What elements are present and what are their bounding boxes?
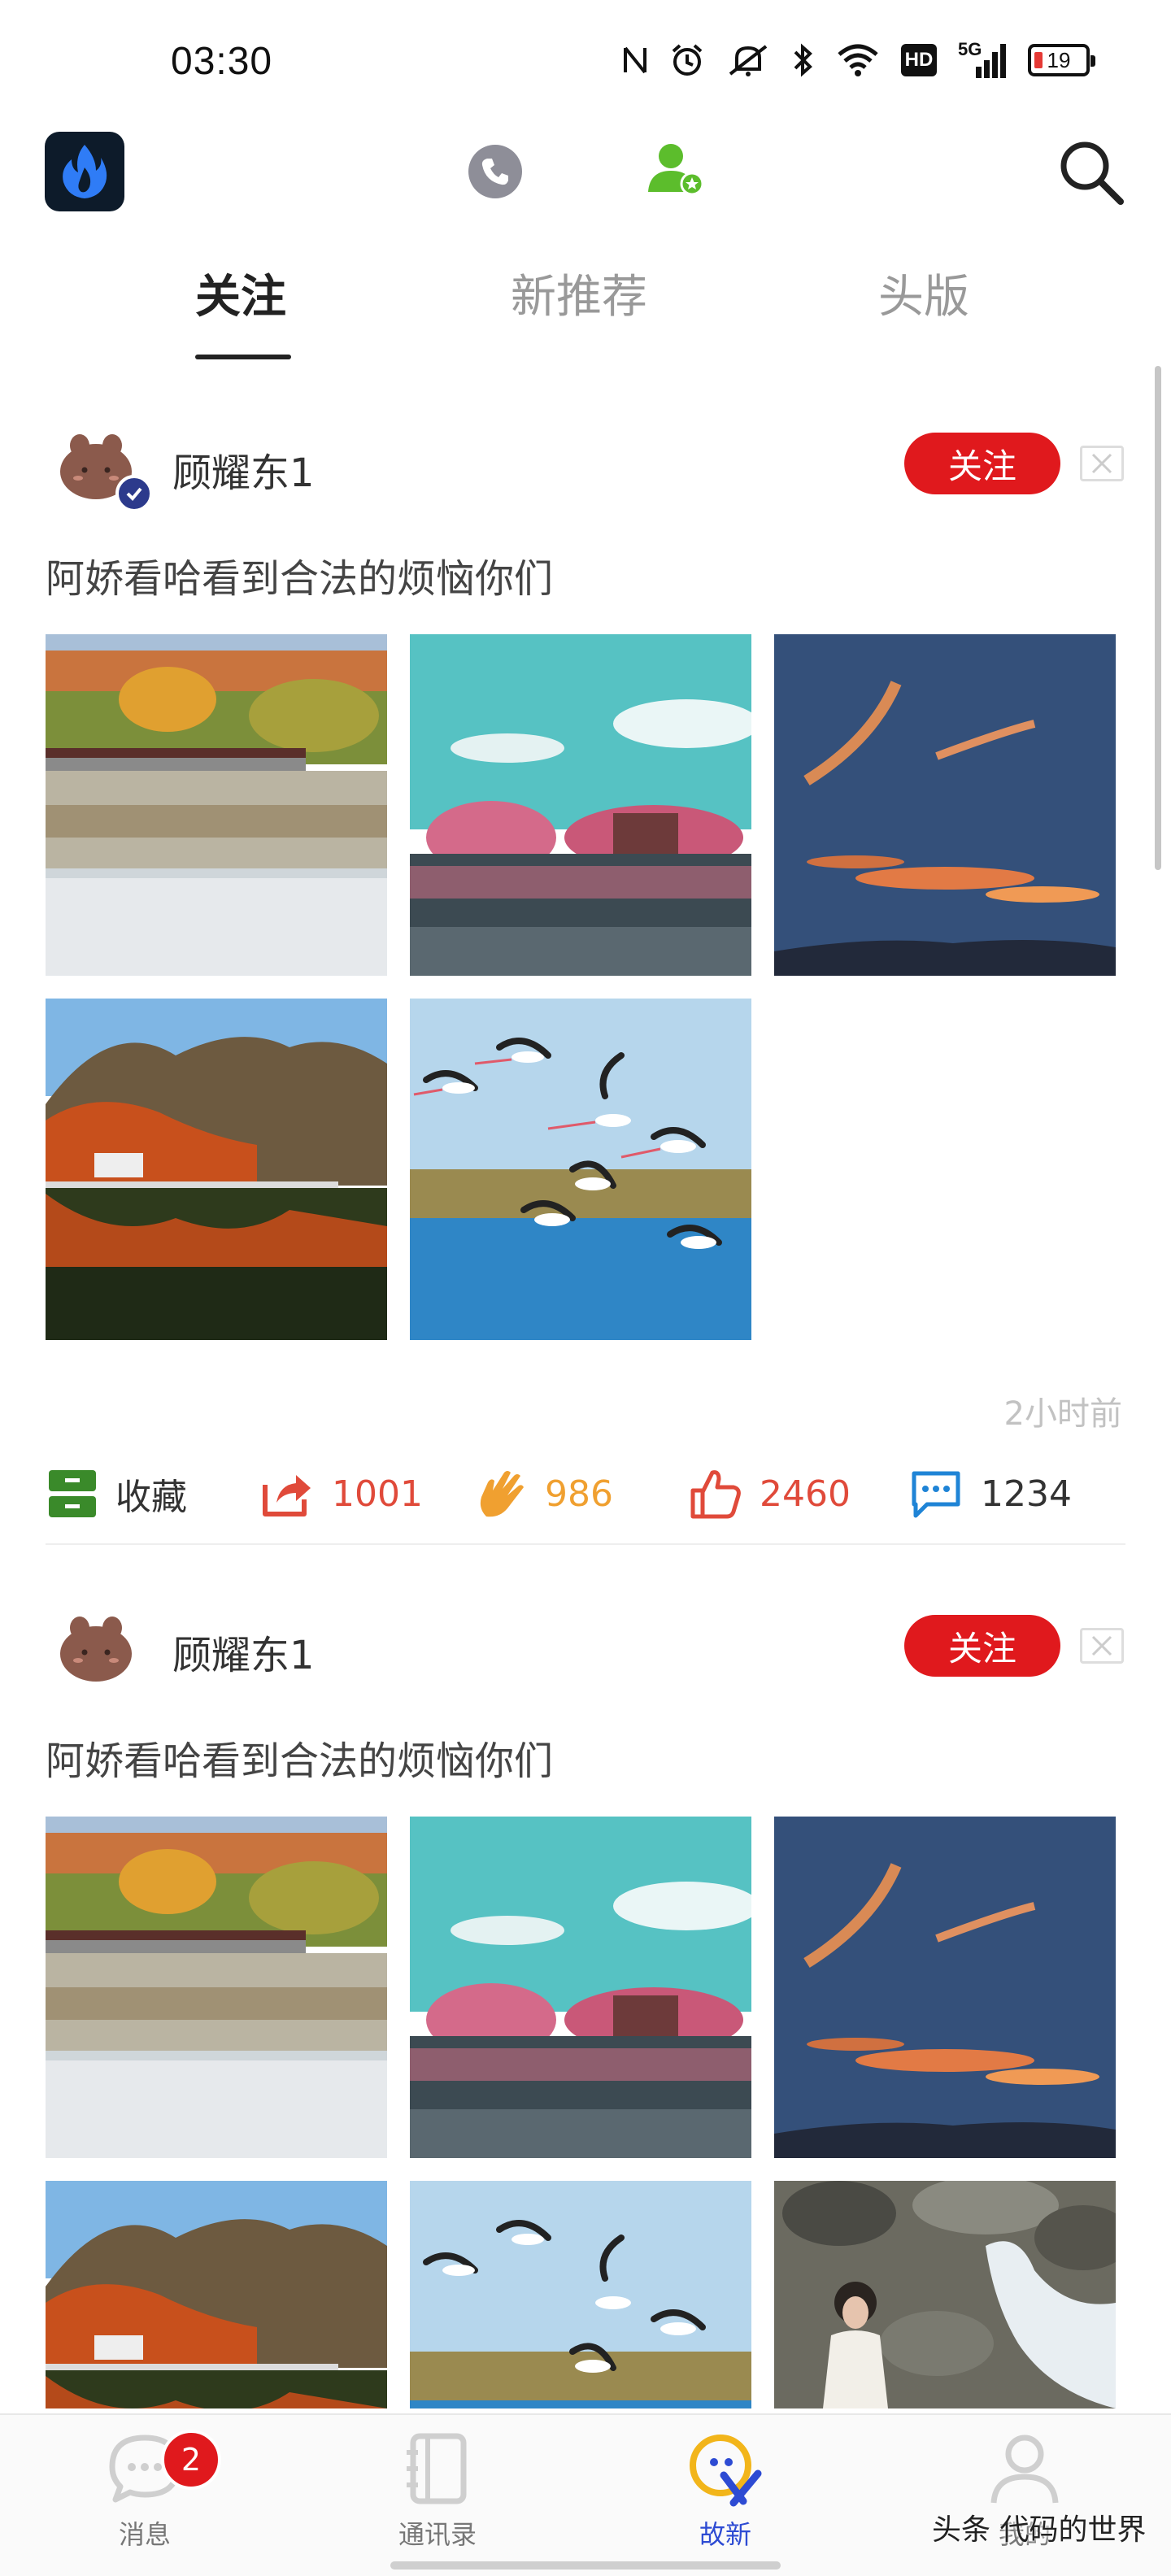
close-icon	[1091, 453, 1112, 474]
follow-button[interactable]: 关注	[904, 433, 1060, 494]
clap-count: 986	[545, 1473, 613, 1515]
share-button[interactable]: 1001	[260, 1457, 423, 1530]
collect-label: 收藏	[115, 1477, 187, 1518]
nav-label-messages: 消息	[118, 2519, 171, 2550]
sunset-sky-image	[774, 634, 1116, 976]
collect-icon	[49, 1470, 96, 1517]
dismiss-button[interactable]	[1080, 446, 1124, 481]
comment-count: 1234	[981, 1473, 1072, 1515]
pink-trees-lake-image	[410, 1817, 751, 2158]
contact-button[interactable]	[646, 140, 705, 198]
check-icon	[126, 487, 142, 501]
autumn-mountain-lake-image	[46, 999, 387, 1340]
post-image-flying-birds[interactable]	[410, 2181, 751, 2408]
tab-underline	[195, 355, 291, 359]
post-divider	[46, 1543, 1125, 1545]
post-timestamp: 2小时前	[1003, 1395, 1122, 1433]
bluetooth-icon	[794, 43, 812, 77]
status-time: 03:30	[171, 40, 273, 83]
post-image-sunset-sky[interactable]	[774, 1817, 1116, 2158]
comment-button[interactable]: 1234	[909, 1457, 1072, 1530]
feed-tabs: 关注 新推荐 头版	[0, 260, 1171, 359]
post-image-pink-trees-lake[interactable]	[410, 1817, 751, 2158]
nav-item-messages[interactable]: 消息 2	[63, 2430, 226, 2576]
search-icon	[1060, 141, 1124, 205]
watermark: 头条 代码的世界	[932, 2513, 1147, 2547]
user-icon	[990, 2435, 1059, 2504]
dismiss-button[interactable]	[1080, 1628, 1124, 1664]
bottom-nav: 消息 2 通讯录 故新 我的	[0, 2413, 1171, 2576]
mute-icon	[729, 45, 768, 76]
wifi-icon	[838, 44, 878, 76]
phone-icon	[481, 159, 508, 185]
pink-trees-lake-image	[410, 634, 751, 976]
status-icons: HD 5G 19	[621, 39, 1095, 78]
app-logo[interactable]	[45, 132, 124, 211]
author-name[interactable]: 顾耀东1	[172, 441, 315, 498]
lakeside-pavilion-image	[46, 1817, 387, 2158]
post-image-autumn-mountain-lake[interactable]	[46, 999, 387, 1340]
post-image-lakeside-pavilion[interactable]	[46, 1817, 387, 2158]
post-image-sunset-sky[interactable]	[774, 634, 1116, 976]
nav-label-contacts: 通讯录	[398, 2519, 477, 2550]
contacts-book-icon	[407, 2433, 467, 2504]
avatar[interactable]	[55, 1607, 137, 1688]
nfc-icon	[624, 46, 646, 74]
comment-icon	[912, 1471, 960, 1518]
autumn-mountain-lake-image	[46, 2181, 387, 2408]
post-image-autumn-mountain-lake[interactable]	[46, 2181, 387, 2408]
post-text[interactable]: 阿娇看哈看到合法的烦恼你们	[46, 546, 553, 603]
nav-item-contacts[interactable]: 通讯录	[356, 2430, 519, 2576]
clap-icon	[480, 1471, 524, 1517]
status-bar: 03:30 HD 5G 19	[0, 0, 1171, 122]
home-indicator[interactable]	[390, 2561, 781, 2569]
scrollbar[interactable]	[1155, 366, 1161, 870]
nav-label-discover: 故新	[699, 2519, 751, 2550]
tab-headlines[interactable]: 头版	[878, 260, 969, 326]
girl-by-stream-image	[774, 2181, 1116, 2408]
follow-button[interactable]: 关注	[904, 1615, 1060, 1677]
signal-icon: 5G	[958, 39, 1007, 78]
share-count: 1001	[332, 1473, 423, 1515]
sunset-sky-image	[774, 1817, 1116, 2158]
post-image-flying-birds[interactable]	[410, 999, 751, 1340]
signal-label: 5G	[958, 39, 982, 59]
verified-badge	[115, 475, 153, 512]
battery-icon: 19	[1028, 44, 1095, 76]
tab-following[interactable]: 关注	[195, 260, 286, 326]
flame-logo-icon	[63, 145, 107, 198]
share-icon	[263, 1475, 311, 1516]
post-actions: 收藏 1001 986 2460 1234	[0, 1457, 1171, 1530]
nav-item-profile[interactable]: 我的	[943, 2430, 1106, 2576]
clap-button[interactable]: 986	[475, 1457, 613, 1530]
post-image-girl-by-stream[interactable]	[774, 2181, 1116, 2408]
close-icon	[1091, 1635, 1112, 1656]
search-button[interactable]	[1056, 137, 1125, 207]
post-image-pink-trees-lake[interactable]	[410, 634, 751, 976]
alarm-icon	[672, 44, 703, 76]
post-text[interactable]: 阿娇看哈看到合法的烦恼你们	[46, 1729, 553, 1786]
thumbs-up-icon	[690, 1470, 741, 1519]
hd-icon: HD	[901, 44, 937, 76]
nav-item-discover[interactable]: 故新	[644, 2430, 807, 2576]
flying-birds-image	[410, 2181, 751, 2408]
unread-badge: 2	[161, 2430, 221, 2490]
contact-badge-icon	[648, 144, 704, 196]
like-count: 2460	[760, 1473, 851, 1515]
collect-button[interactable]: 收藏	[47, 1457, 187, 1530]
discover-icon	[690, 2435, 762, 2507]
lakeside-pavilion-image	[46, 634, 387, 976]
tab-recommended[interactable]: 新推荐	[511, 260, 647, 326]
post-image-lakeside-pavilion[interactable]	[46, 634, 387, 976]
like-button[interactable]: 2460	[690, 1457, 851, 1530]
flying-birds-image	[410, 999, 751, 1340]
battery-level: 19	[1047, 47, 1071, 72]
author-name[interactable]: 顾耀东1	[172, 1623, 315, 1680]
phone-button[interactable]	[468, 145, 522, 198]
